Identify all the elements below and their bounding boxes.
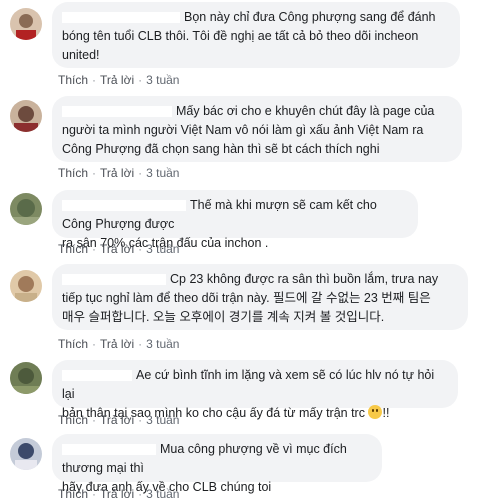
avatar-image xyxy=(10,362,42,394)
smile-emoji-icon xyxy=(368,405,383,419)
separator-dot: · xyxy=(92,413,97,427)
avatar-image xyxy=(10,270,42,302)
avatar-image xyxy=(10,438,42,470)
avatar[interactable] xyxy=(10,100,42,132)
comment-bubble: Cp 23 không được ra sân thì buồn lắm, tr… xyxy=(52,264,468,330)
commenter-name[interactable] xyxy=(62,200,186,212)
separator-dot: · xyxy=(92,487,97,501)
reply-link[interactable]: Trả lời xyxy=(100,337,134,351)
separator-dot: · xyxy=(138,73,143,87)
like-link[interactable]: Thích xyxy=(58,487,88,501)
separator-dot: · xyxy=(138,413,143,427)
separator-dot: · xyxy=(92,242,97,256)
like-link[interactable]: Thích xyxy=(58,413,88,427)
avatar[interactable] xyxy=(10,362,42,394)
comment-text-line: Bọn này chỉ đưa Công phượng sang để đánh xyxy=(184,10,436,24)
comment-timestamp[interactable]: 3 tuần xyxy=(146,487,179,501)
comment-text-line: united! xyxy=(62,48,100,62)
avatar-image xyxy=(10,8,42,40)
comment-timestamp[interactable]: 3 tuần xyxy=(146,166,179,180)
comment-text-line: !! xyxy=(382,406,390,420)
comment-bubble: Bọn này chỉ đưa Công phượng sang để đánh… xyxy=(52,2,460,68)
like-link[interactable]: Thích xyxy=(58,73,88,87)
comment-text-line: tiếp tục nghỉ làm để theo dõi trận này. … xyxy=(62,291,431,305)
comment-actions: Thích · Trả lời · 3 tuần xyxy=(58,487,179,501)
comment-actions: Thích · Trả lời · 3 tuần xyxy=(58,166,179,180)
avatar[interactable] xyxy=(10,270,42,302)
comment-text-line: Công Phượng đã chọn sang hàn thì sẽ bt c… xyxy=(62,142,380,156)
comment-actions: Thích · Trả lời · 3 tuần xyxy=(58,413,179,427)
comment-text-line: bóng tên tuổi CLB thôi. Tôi đề nghị ae t… xyxy=(62,29,419,43)
comment-bubble: Ae cứ bình tĩnh im lặng và xem sẽ có lúc… xyxy=(52,360,458,420)
separator-dot: · xyxy=(92,73,97,87)
separator-dot: · xyxy=(138,337,143,351)
comment-timestamp[interactable]: 3 tuần xyxy=(146,73,179,87)
commenter-name[interactable] xyxy=(62,444,156,456)
commenter-name[interactable] xyxy=(62,12,180,24)
reply-link[interactable]: Trả lời xyxy=(100,242,134,256)
reply-link[interactable]: Trả lời xyxy=(100,413,134,427)
comment-actions: Thích · Trả lời · 3 tuần xyxy=(58,242,179,256)
like-link[interactable]: Thích xyxy=(58,337,88,351)
avatar-image xyxy=(10,193,42,225)
avatar[interactable] xyxy=(10,8,42,40)
comment-actions: Thích · Trả lời · 3 tuần xyxy=(58,337,179,351)
comment-bubble: Mấy bác ơi cho e khuyên chút đây là page… xyxy=(52,96,462,162)
comment-text-line: người ta mình người Việt Nam vô nói làm … xyxy=(62,123,424,137)
separator-dot: · xyxy=(138,166,143,180)
redacted-text xyxy=(272,237,333,250)
avatar[interactable] xyxy=(10,193,42,225)
reply-link[interactable]: Trả lời xyxy=(100,487,134,501)
separator-dot: · xyxy=(138,242,143,256)
avatar-image xyxy=(10,100,42,132)
comment-text-line: 매우 슬퍼합니다. 오늘 오후에이 경기를 계속 지켜 볼 것입니다. xyxy=(62,310,385,324)
comment-text-line: Mấy bác ơi cho e khuyên chút đây là page… xyxy=(176,104,435,118)
comment-bubble: Mua công phượng về vì mục đích thương mạ… xyxy=(52,434,382,494)
comment-bubble: Thế mà khi mượn sẽ cam kết cho Công Phượ… xyxy=(52,190,418,250)
comment-timestamp[interactable]: 3 tuần xyxy=(146,242,179,256)
commenter-name[interactable] xyxy=(62,370,132,382)
commenter-name[interactable] xyxy=(62,106,172,118)
comment-timestamp[interactable]: 3 tuần xyxy=(146,337,179,351)
separator-dot: · xyxy=(138,487,143,501)
like-link[interactable]: Thích xyxy=(58,166,88,180)
reply-link[interactable]: Trả lời xyxy=(100,166,134,180)
reply-link[interactable]: Trả lời xyxy=(100,73,134,87)
comment-actions: Thích · Trả lời · 3 tuần xyxy=(58,73,179,87)
commenter-name[interactable] xyxy=(62,274,166,286)
comment-timestamp[interactable]: 3 tuần xyxy=(146,413,179,427)
separator-dot: · xyxy=(92,166,97,180)
avatar[interactable] xyxy=(10,438,42,470)
comment-text-line: Cp 23 không được ra sân thì buồn lắm, tr… xyxy=(170,272,439,286)
separator-dot: · xyxy=(92,337,97,351)
like-link[interactable]: Thích xyxy=(58,242,88,256)
